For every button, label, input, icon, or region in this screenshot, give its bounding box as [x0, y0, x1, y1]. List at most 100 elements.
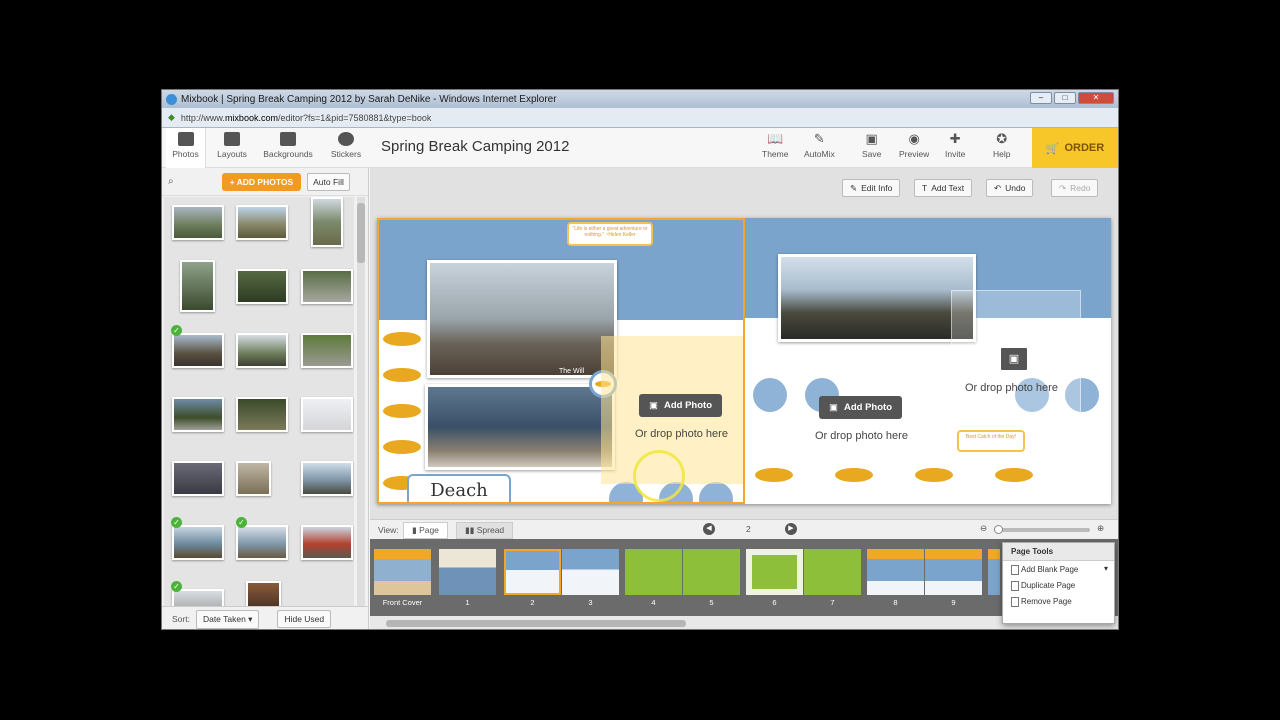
filmstrip-page[interactable]	[439, 549, 496, 595]
child-beach-photo[interactable]	[778, 254, 976, 342]
edit-info-label: Edit Info	[861, 183, 893, 193]
quote-sticker[interactable]: "Life is either a great adventure or not…	[567, 222, 653, 246]
photo-thumbnail[interactable]	[301, 525, 353, 560]
editor-toolbar: Photos Layouts Backgrounds Stickers Spri…	[162, 128, 1118, 168]
tab-backgrounds[interactable]: Backgrounds	[260, 128, 316, 168]
family-photo[interactable]	[427, 260, 617, 378]
person-add-icon: ✚	[949, 131, 961, 146]
filmstrip-page[interactable]	[804, 549, 861, 595]
help-label: Help	[993, 149, 1011, 159]
add-photos-button[interactable]: + ADD PHOTOS	[221, 172, 302, 191]
pattern-fish	[915, 468, 953, 482]
photo-thumbnail[interactable]	[301, 461, 353, 496]
photo-thumbnail[interactable]	[172, 589, 224, 606]
spread-icon: ▮▮	[465, 525, 475, 535]
photo-thumbnail[interactable]	[236, 269, 288, 304]
next-page-button[interactable]: ▶	[785, 523, 797, 535]
photo-thumbnail[interactable]	[236, 397, 288, 432]
filmstrip-page-selected[interactable]	[504, 549, 561, 595]
photos-search-row: ⌕ + ADD PHOTOS Auto Fill	[162, 168, 368, 196]
add-text-button[interactable]: T Add Text	[914, 179, 973, 197]
photo-thumbnail[interactable]	[236, 525, 288, 560]
filmstrip-page[interactable]	[988, 549, 1000, 595]
filmstrip-label: 2	[530, 598, 535, 607]
edit-info-button[interactable]: ✎ Edit Info	[842, 179, 901, 197]
photo-thumbnail[interactable]	[172, 525, 224, 560]
right-page[interactable]: Best Catch of the Day!	[745, 218, 1111, 504]
add-photo-button[interactable]: ▣ Add Photo	[639, 394, 722, 417]
undo-button[interactable]: ↶ Undo	[986, 179, 1034, 197]
theme-button[interactable]: 📖 Theme	[762, 132, 788, 160]
save-button[interactable]: ▣ Save	[862, 132, 881, 160]
beach-label-sticker[interactable]: Deach	[407, 474, 511, 502]
wand-icon: ✎	[813, 131, 825, 146]
view-bar: View: ▮ Page ▮▮ Spread ◀ 2 ▶ ⊖ ⊕	[370, 519, 1118, 539]
best-catch-sticker[interactable]: Best Catch of the Day!	[957, 430, 1025, 452]
order-label: ORDER	[1064, 142, 1105, 154]
photos-scrollbar[interactable]	[357, 197, 365, 606]
filmstrip-page[interactable]	[925, 549, 982, 595]
zoom-slider[interactable]	[994, 525, 1090, 534]
filmstrip-page[interactable]	[374, 549, 431, 595]
auto-fill-button[interactable]: Auto Fill	[307, 172, 350, 191]
search-icon[interactable]: ⌕	[168, 176, 174, 187]
prev-page-button[interactable]: ◀	[703, 523, 715, 535]
photo-thumbnail[interactable]	[236, 205, 288, 240]
remove-page-item[interactable]: Remove Page	[1003, 593, 1114, 609]
photo-thumbnail[interactable]	[246, 581, 281, 606]
spread-view-button[interactable]: ▮▮ Spread	[456, 522, 514, 539]
photo-thumbnail[interactable]	[236, 333, 288, 368]
redo-button[interactable]: ↷ Redo	[1051, 179, 1099, 197]
dropdown-arrow-icon[interactable]: ▾	[1104, 564, 1108, 573]
image-placeholder-icon[interactable]: ▣	[999, 346, 1029, 372]
zoom-out-icon[interactable]: ⊖	[980, 523, 987, 534]
automix-button[interactable]: ✎ AutoMix	[804, 131, 835, 160]
zoom-in-icon[interactable]: ⊕	[1097, 523, 1104, 534]
address-bar[interactable]: ◆ http://www. mixbook.com/editor?fs=1&pid…	[162, 108, 1118, 128]
photo-thumbnail[interactable]	[172, 397, 224, 432]
pencil-icon: ✎	[850, 182, 858, 193]
filmstrip-page[interactable]	[562, 549, 619, 595]
add-photo-button[interactable]: ▣ Add Photo	[819, 396, 902, 419]
maximize-button[interactable]: □	[1054, 92, 1076, 104]
sort-select[interactable]: Date Taken ▾	[195, 609, 260, 629]
used-check-icon: ✓	[171, 517, 182, 528]
close-button[interactable]: ✕	[1078, 92, 1114, 104]
hide-used-button[interactable]: Hide Used	[277, 610, 332, 628]
photo-thumbnail[interactable]	[301, 333, 353, 368]
minimize-button[interactable]: –	[1030, 92, 1052, 104]
photo-thumbnail[interactable]	[301, 269, 353, 304]
photo-thumbnail[interactable]	[172, 461, 224, 496]
help-button[interactable]: ✪ Help	[993, 132, 1011, 160]
photo-thumbnail[interactable]	[180, 260, 215, 312]
invite-button[interactable]: ✚ Invite	[945, 131, 965, 160]
scroll-thumb[interactable]	[357, 203, 365, 263]
filmstrip-page[interactable]	[867, 549, 924, 595]
add-blank-page-item[interactable]: Add Blank Page ▾	[1003, 561, 1114, 577]
filmstrip-page[interactable]	[746, 549, 803, 595]
dog-beach-photo[interactable]	[425, 384, 615, 470]
book-title[interactable]: Spring Break Camping 2012	[381, 138, 569, 155]
drop-photo-text: Or drop photo here	[965, 382, 1058, 394]
zoom-slider-handle[interactable]	[994, 525, 1003, 534]
tab-stickers[interactable]: Stickers	[324, 128, 368, 168]
photo-thumbnail[interactable]	[301, 397, 353, 432]
order-button[interactable]: 🛒 ORDER	[1032, 128, 1118, 168]
preview-button[interactable]: ◉ Preview	[899, 132, 930, 160]
tab-photos[interactable]: Photos	[166, 128, 206, 168]
filmstrip-page[interactable]	[683, 549, 740, 595]
filmstrip-page[interactable]	[625, 549, 682, 595]
scroll-thumb[interactable]	[386, 620, 686, 627]
photo-thumbnail[interactable]	[311, 197, 343, 247]
undo-label: Undo	[1005, 183, 1026, 193]
page-view-button[interactable]: ▮ Page	[403, 522, 448, 539]
photo-thumbnail[interactable]	[172, 333, 224, 368]
left-page[interactable]: "Life is either a great adventure or not…	[377, 218, 745, 504]
duplicate-page-item[interactable]: Duplicate Page	[1003, 577, 1114, 593]
photo-caption[interactable]: The Will	[559, 368, 584, 375]
photo-thumbnail[interactable]	[236, 461, 271, 496]
tab-layouts[interactable]: Layouts	[210, 128, 254, 168]
preview-label: Preview	[899, 149, 930, 159]
filmstrip-label: 8	[893, 598, 898, 607]
photo-thumbnail[interactable]	[172, 205, 224, 240]
